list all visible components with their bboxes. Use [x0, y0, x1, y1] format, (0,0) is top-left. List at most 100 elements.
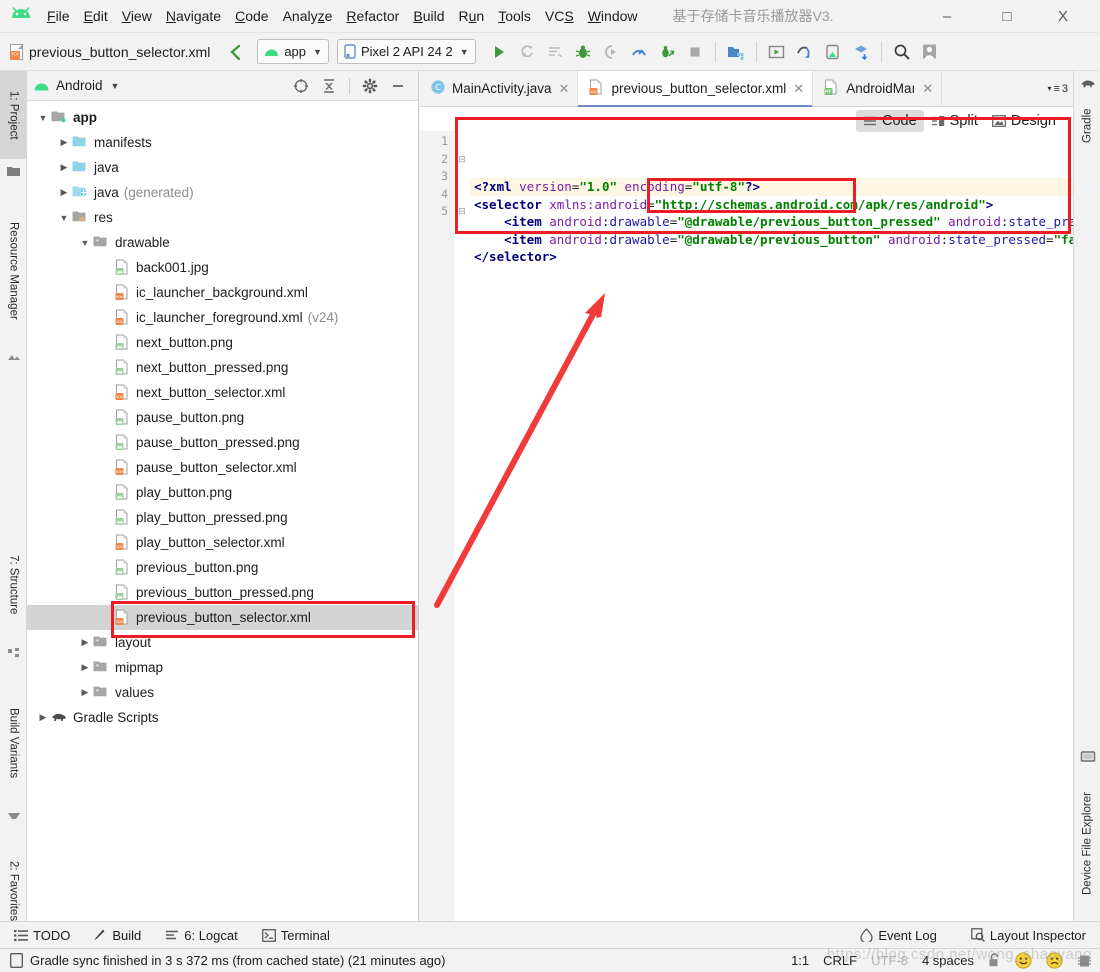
code-fold-marker[interactable]: ⊟ — [454, 203, 470, 221]
expand-arrow-open-icon[interactable]: ▼ — [56, 213, 72, 223]
tree-node-selected[interactable]: ▶<>previous_button_selector.xml — [27, 605, 418, 630]
editor-tab-overflow[interactable]: ▾ ≡ 3 — [1042, 71, 1073, 106]
close-tab-icon[interactable]: ✕ — [922, 81, 933, 97]
code-fold-gutter[interactable]: ⊟ ⊟ — [454, 131, 470, 921]
profiler-icon[interactable] — [628, 41, 650, 63]
device-selector[interactable]: Pixel 2 API 24 2 ▼ — [336, 39, 476, 64]
menu-file[interactable]: File — [40, 5, 77, 27]
menu-edit[interactable]: Edit — [77, 5, 115, 27]
tree-node[interactable]: ▶ java (generated) — [27, 180, 418, 205]
navigate-back-icon[interactable] — [224, 41, 246, 63]
run-with-coverage-icon[interactable] — [544, 41, 566, 63]
tree-node[interactable]: ▶ values — [27, 680, 418, 705]
search-everywhere-icon[interactable] — [891, 41, 913, 63]
tree-node[interactable]: ▶ manifests — [27, 130, 418, 155]
layout-inspector-icon[interactable] — [850, 41, 872, 63]
code-line[interactable]: </selector> — [470, 248, 1073, 266]
tree-node[interactable]: ▶pause_button_pressed.png — [27, 430, 418, 455]
tree-node[interactable]: ▶ layout — [27, 630, 418, 655]
avd-manager-icon[interactable] — [766, 41, 788, 63]
tool-button-build[interactable]: Build — [92, 928, 141, 943]
tab-code-view[interactable]: Code — [855, 110, 924, 132]
tree-node[interactable]: ▶previous_button_pressed.png — [27, 580, 418, 605]
sad-face-icon[interactable] — [1046, 952, 1063, 969]
tree-node[interactable]: ▶next_button_pressed.png — [27, 355, 418, 380]
sidebar-item-gradle[interactable]: Gradle — [1074, 95, 1100, 157]
run-anything-icon[interactable] — [656, 41, 678, 63]
code-content[interactable]: ✔ <?xml version="1.0" encoding="utf-8"?>… — [470, 131, 1073, 921]
menu-window[interactable]: Window — [581, 5, 645, 27]
project-tree[interactable]: ▼ app ▶ manifests ▶ java ▶ java (generated) ▼ res ▼… — [27, 101, 418, 921]
code-line[interactable]: <item android:drawable="@drawable/previo… — [470, 213, 1073, 231]
menu-build[interactable]: Build — [406, 5, 451, 27]
tool-button-logcat[interactable]: 6: Logcat — [165, 928, 238, 943]
expand-arrow-closed-icon[interactable]: ▶ — [77, 637, 93, 648]
tree-node[interactable]: ▶ java — [27, 155, 418, 180]
sync-project-icon[interactable] — [794, 41, 816, 63]
tree-node[interactable]: ▼ app — [27, 105, 418, 130]
maximize-button[interactable]: □ — [984, 0, 1030, 33]
menu-tools[interactable]: Tools — [491, 5, 538, 27]
expand-arrow-closed-icon[interactable]: ▶ — [77, 662, 93, 673]
code-line[interactable]: <selector xmlns:android="http://schemas.… — [470, 196, 1073, 214]
sidebar-item-project[interactable]: 1: Project — [0, 71, 27, 159]
sidebar-item-structure[interactable]: 7: Structure — [0, 529, 27, 641]
apply-changes-icon[interactable]: A — [516, 41, 538, 63]
editor-tab-active[interactable]: <> previous_button_selector.xml ✕ — [578, 71, 814, 107]
select-opened-file-icon[interactable] — [290, 75, 312, 97]
settings-gear-icon[interactable] — [359, 75, 381, 97]
tool-button-terminal[interactable]: Terminal — [261, 928, 330, 943]
indent-setting[interactable]: 4 spaces — [922, 953, 974, 968]
code-fold-marker[interactable]: ⊟ — [454, 151, 470, 169]
menu-vcs[interactable]: VCS — [538, 5, 581, 27]
tree-node[interactable]: ▶<>next_button_selector.xml — [27, 380, 418, 405]
attach-debugger-icon[interactable] — [600, 41, 622, 63]
tree-node[interactable]: ▼ drawable — [27, 230, 418, 255]
tree-node[interactable]: ▶pause_button.png — [27, 405, 418, 430]
close-tab-icon[interactable]: ✕ — [559, 81, 570, 97]
tree-node[interactable]: ▶previous_button.png — [27, 555, 418, 580]
menu-run[interactable]: Run — [452, 5, 492, 27]
module-selector[interactable]: app ▼ — [257, 39, 329, 64]
expand-arrow-closed-icon[interactable]: ▶ — [56, 187, 72, 198]
expand-arrow-closed-icon[interactable]: ▶ — [56, 162, 72, 173]
sidebar-item-build-variants[interactable]: Build Variants — [0, 683, 27, 803]
chevron-down-icon[interactable]: ▼ — [111, 81, 120, 91]
minimize-button[interactable]: – — [924, 0, 970, 33]
run-button[interactable] — [488, 41, 510, 63]
tree-node[interactable]: ▶<>ic_launcher_foreground.xml(v24) — [27, 305, 418, 330]
code-line[interactable]: <item android:drawable="@drawable/previo… — [470, 231, 1073, 249]
expand-arrow-closed-icon[interactable]: ▶ — [77, 687, 93, 698]
tool-button-event-log[interactable]: Event Log — [860, 928, 937, 943]
debug-icon[interactable] — [572, 41, 594, 63]
expand-arrow-open-icon[interactable]: ▼ — [77, 238, 93, 248]
code-line[interactable]: <?xml version="1.0" encoding="utf-8"?> — [470, 178, 1073, 196]
expand-arrow-open-icon[interactable]: ▼ — [35, 113, 51, 123]
menu-view[interactable]: View — [115, 5, 159, 27]
caret-position[interactable]: 1:1 — [791, 953, 809, 968]
editor-tab[interactable]: C MainActivity.java ✕ — [420, 71, 579, 106]
code-editor[interactable]: 12345 ⊟⊟ ✔ <?xml version="1.0" encoding=… — [420, 131, 1073, 921]
tree-node[interactable]: ▶<>pause_button_selector.xml — [27, 455, 418, 480]
close-button[interactable]: X — [1040, 0, 1086, 33]
collapse-all-icon[interactable] — [318, 75, 340, 97]
unlocked-padlock-icon[interactable] — [988, 953, 1001, 968]
account-icon[interactable] — [919, 41, 941, 63]
memory-indicator-icon[interactable] — [1077, 953, 1092, 969]
tree-node[interactable]: ▶play_button_pressed.png — [27, 505, 418, 530]
tree-node[interactable]: ▼ res — [27, 205, 418, 230]
tree-node[interactable]: ▶next_button.png — [27, 330, 418, 355]
hide-panel-icon[interactable] — [387, 75, 409, 97]
expand-arrow-closed-icon[interactable]: ▶ — [35, 712, 51, 723]
tree-node[interactable]: ▶<>play_button_selector.xml — [27, 530, 418, 555]
tool-button-layout-inspector[interactable]: Layout Inspector — [971, 928, 1086, 943]
tree-node[interactable]: ▶play_button.png — [27, 480, 418, 505]
sidebar-item-device-file-explorer[interactable]: Device File Explorer — [1074, 769, 1100, 919]
menu-navigate[interactable]: Navigate — [159, 5, 228, 27]
expand-arrow-closed-icon[interactable]: ▶ — [56, 137, 72, 148]
tool-button-todo[interactable]: TODO — [14, 928, 70, 943]
tree-node[interactable]: ▶<>ic_launcher_background.xml — [27, 280, 418, 305]
tab-split-view[interactable]: Split — [924, 110, 985, 132]
tree-node[interactable]: ▶ mipmap — [27, 655, 418, 680]
file-encoding[interactable]: UTF-8 — [871, 953, 908, 968]
